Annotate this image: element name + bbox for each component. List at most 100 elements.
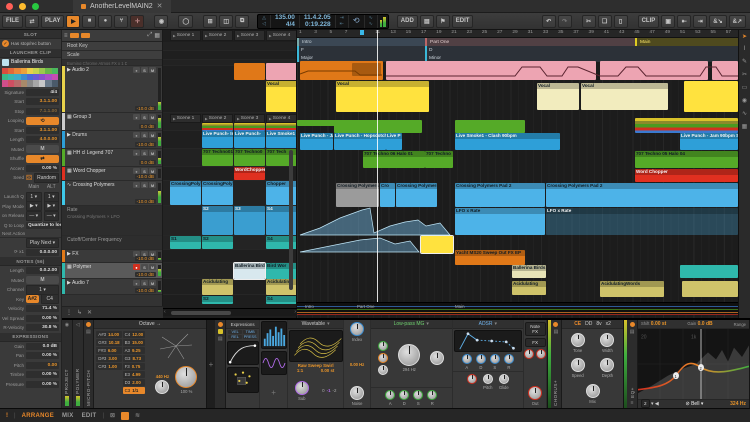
track-row-audio-7[interactable]: ▶ Audio 7●SM-10.0 dB [62,279,162,295]
track-row-scale[interactable]: Scale [62,51,162,60]
play-button[interactable]: ▶ [66,15,80,28]
dropdown[interactable]: — ▾ [26,211,42,221]
launcher-clip[interactable]: Vocal [266,81,297,112]
mute-button[interactable]: M [149,67,156,73]
solo-button[interactable]: S [141,280,148,286]
chorus-mode-ce[interactable]: CE [574,321,581,327]
note-fx-button[interactable]: Note FX [525,322,546,336]
stop-button[interactable]: ■ [82,15,96,28]
footer-icon[interactable]: ⊠ [110,412,115,419]
tuning-cell-c4[interactable]: C412.00 [123,331,146,338]
song-time-value[interactable]: 0:19.228 [304,21,331,28]
arranger-clip[interactable]: Live Punch - Jam 90bpm Swing Rim [680,133,738,150]
track-row-hh-cl-legend-707[interactable]: ▦ HH cl Legend 707●SM0.0 dB [62,149,162,167]
track-footer-icon[interactable]: ⋮ [66,309,72,316]
noise-rate-value[interactable]: 0.00 Hz [350,362,364,367]
footer-icon[interactable]: ≋ [135,412,140,419]
chorus-device-rail[interactable]: ▤ CHORUS+ [551,320,562,408]
add-oscillator-button[interactable]: + [260,376,287,408]
cue-marker[interactable] [360,30,364,35]
dropdown[interactable]: ▶ ▾ [44,201,60,211]
scene-header[interactable]: Scene 4 [266,30,297,41]
launcher-row[interactable] [163,250,296,263]
tool-icon[interactable]: I [744,46,746,52]
device-power-icon[interactable] [553,322,558,327]
volume-value[interactable]: 0.0 dB [139,124,156,129]
arranger-clip[interactable] [386,61,596,80]
launcher-horizontal-scrollbar[interactable]: ‹› [163,308,297,316]
scene-header[interactable]: Scene 2 [202,114,233,123]
track-row-audio-2[interactable]: ▶ Audio 2●SM-10.0 dB [62,66,162,113]
eq-device-rail[interactable]: ▤ EQ+ ≡ [627,320,638,408]
value-field[interactable]: 0.00 % [26,381,59,388]
solo-button[interactable]: S [141,114,148,120]
tool-icon[interactable]: ∿ [742,110,747,117]
velocity-curve-display[interactable] [227,341,259,365]
tuning-cell-a3[interactable]: A39.25 [123,347,146,354]
value-field[interactable]: 0.00 % [26,371,59,378]
folder-icon[interactable]: ▤ [554,329,559,335]
song-position-value[interactable]: 11.4.2.05 [304,14,331,21]
dropdown[interactable]: — ▾ [44,211,60,221]
tuning-cell-fs3[interactable]: F#36.00 [96,347,121,354]
reference-pitch-knob[interactable]: 440 Hz [155,374,169,394]
arranger-clip[interactable] [635,118,738,133]
slide-right-button[interactable]: ⇥ [693,15,707,28]
mod-env-d-knob[interactable]: D [476,354,486,370]
chorus-mix-knob[interactable]: Mix [579,384,607,404]
launcher-clip[interactable]: Live Punch- [234,131,265,148]
arranger-clip[interactable]: Crossing Polymers Pad 1 [336,183,379,207]
redo-button[interactable]: ↷ [558,15,572,28]
arranger-clip[interactable]: LFO x Rate [455,208,545,235]
value-field[interactable]: 3.1.1.00 [26,98,59,105]
launcher-clip[interactable] [234,123,265,131]
track-footer-icon[interactable]: ✕ [87,309,92,316]
value-field[interactable]: 0.00 % [26,352,59,359]
overdub-button[interactable]: ✛ [130,15,144,28]
speaker-icon[interactable]: ◁ [76,322,80,328]
device-power-icon[interactable] [218,322,223,327]
launcher-clip[interactable]: CrossingPoly1 [170,181,201,205]
launcher-clip[interactable]: Live Punch- In [202,131,233,148]
arranger-clip[interactable]: Yacht MS20 Sweep Out FX EP [455,250,525,265]
track-row-polymer[interactable]: ▦ Polymer●SM-10.0 dB [62,263,162,279]
dropdown[interactable]: ▶ ▾ [26,201,42,211]
value-field[interactable]: 3.1.1.00 [26,127,59,134]
arranger-clip[interactable]: Vocal [537,83,579,110]
record-button[interactable]: ● [98,15,112,28]
mute-button[interactable]: M [149,150,156,156]
layout-toggle-a-icon[interactable] [70,33,79,38]
value-field[interactable]: 4/4 [26,89,59,96]
tuning-cell-g3[interactable]: G38.73 [123,355,146,362]
dropdown[interactable]: 1 ▾ [26,285,59,295]
playhead[interactable] [377,30,378,302]
folder-icon[interactable]: ▤ [218,336,223,342]
value-field[interactable]: 0.00 % [26,315,59,322]
cue-marker-button[interactable]: ◯ [178,15,193,28]
clip-button[interactable]: CLIP [638,15,660,28]
view-toggle-edit[interactable]: EDIT [82,413,97,419]
key-high[interactable]: C4 [41,294,60,304]
arranger-clip[interactable] [455,120,525,133]
launcher-clip[interactable]: S3 [234,206,265,235]
key-low[interactable]: A#2 [26,295,39,303]
toggle-button[interactable]: M [26,145,59,153]
toggle-button[interactable]: M [26,276,59,284]
mute-button[interactable]: M [149,264,156,270]
slide-left-button[interactable]: ⇤ [677,15,691,28]
arranger-clip[interactable]: Crossing Polymers Pad 2 [455,183,545,207]
adsr-envelope-display[interactable] [454,330,522,352]
value-field[interactable]: 30.8 % [26,324,59,331]
mod-env-s-knob[interactable]: S [490,354,500,370]
panel-dual-button[interactable]: ◫ [219,15,233,28]
mute-button[interactable]: M [149,132,156,138]
sub-octave-option[interactable]: 0 [322,388,324,393]
filter-env-knob[interactable] [378,353,388,363]
clip-color-palette[interactable] [2,68,60,87]
track-row-cutoff-center-frequency[interactable]: Cutoff/Center Frequency [62,236,162,250]
tool-icon[interactable]: ◉ [742,97,747,104]
palette-color[interactable] [52,80,58,86]
tool-icon[interactable]: ✂ [742,71,747,78]
arm-button[interactable]: ● [133,264,140,270]
launcher-clip[interactable]: S2 [202,296,233,304]
